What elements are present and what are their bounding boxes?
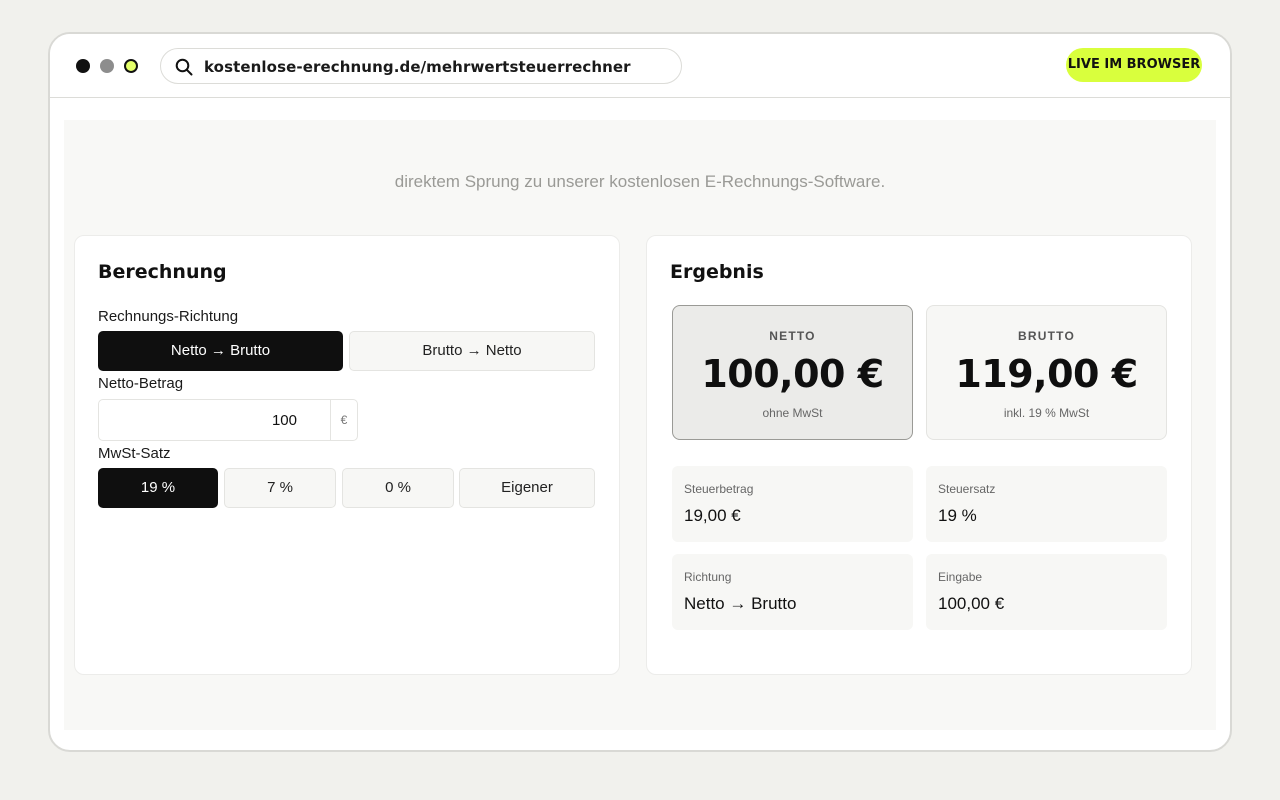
stat-value: 19,00 € (684, 506, 741, 525)
direction-netto-brutto-button[interactable]: Netto → Brutto (98, 331, 343, 371)
stat-label: Steuerbetrag (684, 482, 754, 496)
rate-7-button[interactable]: 7 % (224, 468, 336, 508)
amount-label: Netto-Betrag (98, 375, 184, 392)
window-maximize-dot[interactable] (124, 59, 138, 73)
brutto-result-box: BRUTTO 119,00 € inkl. 19 % MwSt (926, 305, 1167, 440)
calculation-title: Berechnung (98, 261, 227, 283)
calculation-card: Berechnung Rechnungs-Richtung Netto → Br… (74, 235, 620, 675)
window-close-dot[interactable] (76, 59, 90, 73)
stat-label: Richtung (684, 570, 732, 584)
brutto-value: 119,00 € (955, 352, 1138, 396)
direction-brutto-netto-button[interactable]: Brutto → Netto (349, 331, 595, 371)
stat-tax-amount: Steuerbetrag 19,00 € (672, 466, 913, 542)
result-card: Ergebnis NETTO 100,00 € ohne MwSt BRUTTO… (646, 235, 1192, 675)
stat-label: Steuersatz (938, 482, 996, 496)
stat-direction: Richtung Netto → Brutto (672, 554, 913, 630)
netto-value: 100,00 € (701, 352, 884, 396)
currency-unit: € (330, 400, 357, 440)
rate-19-button[interactable]: 19 % (98, 468, 218, 508)
brutto-sub: inkl. 19 % MwSt (1003, 406, 1090, 420)
stat-label: Eingabe (938, 570, 983, 584)
rate-label: MwSt-Satz (98, 445, 171, 462)
brutto-label: BRUTTO (1018, 329, 1075, 343)
browser-topbar: kostenlose-erechnung.de/mehrwertsteuerre… (50, 34, 1230, 98)
search-icon (175, 58, 193, 76)
live-badge: LIVE IM BROWSER (1066, 48, 1202, 82)
stat-value: 19 % (938, 506, 977, 525)
address-bar[interactable]: kostenlose-erechnung.de/mehrwertsteuerre… (160, 48, 682, 84)
browser-window: kostenlose-erechnung.de/mehrwertsteuerre… (48, 32, 1232, 752)
netto-label: NETTO (769, 329, 816, 343)
stat-value: Netto → Brutto (684, 594, 797, 613)
page-subline: direktem Sprung zu unserer kostenlosen E… (394, 172, 886, 191)
direction-label: Rechnungs-Richtung (98, 308, 239, 325)
rate-0-button[interactable]: 0 % (342, 468, 454, 508)
stat-value: 100,00 € (938, 594, 1005, 613)
netto-amount-input[interactable]: 100 € (98, 399, 358, 441)
result-title: Ergebnis (670, 261, 764, 283)
page-content: direktem Sprung zu unserer kostenlosen E… (64, 120, 1216, 730)
url-text: kostenlose-erechnung.de/mehrwertsteuerre… (204, 58, 631, 76)
netto-result-box: NETTO 100,00 € ohne MwSt (672, 305, 913, 440)
rate-custom-button[interactable]: Eigener (459, 468, 595, 508)
netto-sub: ohne MwSt (762, 406, 823, 420)
stat-input: Eingabe 100,00 € (926, 554, 1167, 630)
stat-tax-rate: Steuersatz 19 % (926, 466, 1167, 542)
window-minimize-dot[interactable] (100, 59, 114, 73)
amount-value: 100 (271, 412, 297, 429)
